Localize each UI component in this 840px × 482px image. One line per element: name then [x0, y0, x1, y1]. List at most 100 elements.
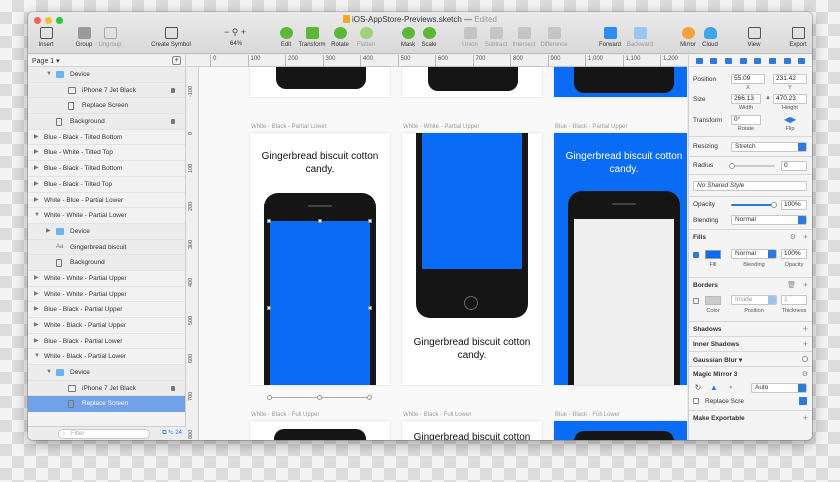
backward-button[interactable]: Backward [620, 27, 660, 48]
disclosure-closed-icon[interactable]: ▶ [34, 130, 39, 145]
opacity-slider-knob[interactable] [771, 202, 777, 208]
view-button[interactable]: View [734, 27, 774, 48]
opacity-slider[interactable] [731, 204, 775, 206]
align-right-icon[interactable] [725, 57, 733, 64]
page-selector[interactable]: Page 1 ▾ + [28, 55, 185, 67]
lock-icon[interactable] [171, 87, 175, 93]
add-export-icon[interactable]: + [803, 414, 808, 423]
zoom-control[interactable]: − ⚲ + [224, 27, 246, 38]
mirror-sync-icon[interactable]: ◔ [725, 383, 735, 392]
filter-input[interactable]: Filter [58, 429, 150, 439]
lock-icon[interactable] [171, 385, 175, 391]
artboard-white-white-partial-upper[interactable]: Gingerbread biscuit cotton candy. [402, 133, 542, 385]
fill-settings-icon[interactable]: ⚙ [790, 233, 796, 242]
disclosure-closed-icon[interactable]: ▶ [34, 177, 39, 192]
selection-handle[interactable] [368, 219, 372, 223]
layer-row[interactable]: ▶ White - Black - Partial Upper [28, 318, 185, 334]
artboard-top-1[interactable] [250, 67, 390, 97]
layer-row[interactable]: ▶ Blue - Black - Tilted Top [28, 177, 185, 193]
layer-row[interactable]: ▼ White - White - Partial Lower [28, 208, 185, 224]
artboard-blue-black-full-lower[interactable] [554, 421, 687, 440]
y-field[interactable]: 231.42 [773, 74, 807, 84]
artboard-white-black-full-upper[interactable] [250, 421, 390, 440]
perspective-icon[interactable]: ▲ [709, 383, 719, 392]
gaussian-blur-checkbox[interactable] [802, 356, 808, 362]
disclosure-closed-icon[interactable]: ▶ [46, 224, 51, 239]
opacity-field[interactable]: 100% [781, 200, 807, 210]
lock-ratio-icon[interactable]: 🔒︎ [764, 95, 772, 102]
height-field[interactable]: 470.23 [773, 94, 807, 104]
export-button[interactable]: Export [778, 27, 812, 48]
layer-row[interactable]: ▶ Blue - Black - Partial Upper [28, 302, 185, 318]
disclosure-closed-icon[interactable]: ▶ [34, 318, 39, 333]
canvas[interactable]: 0 100 200 300 400 500 600 700 800 900 1,000 1,100 1,… [187, 55, 687, 440]
layer-row[interactable]: ▼ Device [28, 365, 185, 381]
mirror-settings-icon[interactable]: ⚙ [802, 370, 808, 379]
disclosure-closed-icon[interactable]: ▶ [34, 161, 39, 176]
layer-row[interactable]: Aa Gingerbread biscuit [28, 239, 185, 256]
radius-slider-knob[interactable] [729, 163, 735, 169]
disclosure-closed-icon[interactable]: ▶ [34, 193, 39, 208]
layer-row[interactable]: ▶ White - White - Partial Upper [28, 287, 185, 303]
layer-row[interactable]: Replace Screen [28, 98, 185, 115]
layer-row[interactable]: ▼ Device [28, 67, 185, 83]
rotate-field[interactable]: 0° [731, 115, 761, 125]
disclosure-closed-icon[interactable]: ▶ [34, 287, 39, 302]
selection-handle[interactable] [267, 306, 271, 310]
artboard-white-black-full-lower[interactable]: Gingerbread biscuit cotton candy. [402, 421, 542, 440]
fill-enabled-checkbox[interactable] [693, 252, 699, 258]
artboard-blue-black-partial-upper[interactable]: Gingerbread biscuit cotton candy. [554, 133, 687, 385]
blending-select[interactable]: Normal [731, 215, 807, 225]
insert-button[interactable]: Insert [28, 27, 66, 48]
disclosure-closed-icon[interactable]: ▶ [34, 145, 39, 160]
align-middle-icon[interactable] [754, 57, 762, 64]
shared-style-select[interactable]: No Shared Style [693, 181, 807, 191]
selection-handle[interactable] [318, 219, 322, 223]
layer-row[interactable]: Background [28, 255, 185, 271]
layer-row[interactable]: ▼ White - Black - Partial Lower [28, 349, 185, 366]
width-field[interactable]: 266.13 [731, 94, 761, 104]
create-symbol-button[interactable]: Create Symbol [149, 27, 193, 48]
layer-row[interactable]: ▶ Blue - White - Tilted Top [28, 145, 185, 162]
disclosure-closed-icon[interactable]: ▶ [34, 271, 39, 286]
mirror-mode-select[interactable]: Auto [751, 383, 807, 393]
layer-row[interactable]: ▶ White - Blue - Partial Lower [28, 193, 185, 209]
artboard-top-3[interactable] [554, 67, 687, 97]
artboard-white-black-partial-lower[interactable]: Gingerbread biscuit cotton candy. [250, 133, 390, 385]
border-enabled-checkbox[interactable] [693, 298, 699, 304]
selection-handle[interactable] [367, 395, 372, 400]
flip-icon[interactable]: ◀▶ [777, 115, 803, 124]
difference-button[interactable]: Difference [534, 27, 574, 48]
layer-row[interactable]: Background [28, 114, 185, 130]
selection-handle[interactable] [317, 395, 322, 400]
x-field[interactable]: 55.09 [731, 74, 765, 84]
disclosure-open-icon[interactable]: ▼ [46, 67, 52, 82]
resizing-select[interactable]: Stretch [731, 142, 807, 152]
align-bottom-icon[interactable] [768, 57, 776, 64]
ungroup-button[interactable]: Ungroup [90, 27, 130, 48]
radius-field[interactable]: 0 [781, 161, 807, 171]
flatten-button[interactable]: Flatten [346, 27, 386, 48]
disclosure-closed-icon[interactable]: ▶ [34, 334, 39, 349]
disclosure-open-icon[interactable]: ▼ [34, 208, 40, 223]
border-thickness-field[interactable]: 1 [781, 295, 807, 305]
layer-row[interactable]: ▶ White - White - Partial Upper [28, 271, 185, 287]
fill-opacity-field[interactable]: 100% [781, 249, 807, 259]
fill-color-swatch[interactable] [705, 250, 721, 259]
gaussian-blur-label[interactable]: Gaussian Blur ▾ [693, 356, 742, 364]
replace-screen-select[interactable] [751, 397, 807, 407]
add-inner-shadow-icon[interactable]: + [803, 340, 808, 349]
layer-row[interactable]: ▶ Blue - Black - Tilted Bottom [28, 130, 185, 146]
border-color-swatch[interactable] [705, 296, 721, 305]
layer-row[interactable]: ▶ Blue - Black - Partial Lower [28, 334, 185, 350]
disclosure-open-icon[interactable]: ▼ [34, 349, 40, 364]
trash-icon[interactable]: 🗑︎ [787, 281, 796, 290]
align-top-icon[interactable] [739, 57, 747, 64]
layer-row[interactable]: iPhone 7 Jet Black [28, 380, 185, 397]
layer-row[interactable]: Replace Screen [28, 396, 185, 413]
align-left-icon[interactable] [695, 57, 703, 64]
cloud-button[interactable]: Cloud [690, 27, 730, 48]
layer-row[interactable]: iPhone 7 Jet Black [28, 82, 185, 99]
refresh-icon[interactable]: ↻ [693, 383, 703, 392]
disclosure-open-icon[interactable]: ▼ [46, 365, 52, 380]
